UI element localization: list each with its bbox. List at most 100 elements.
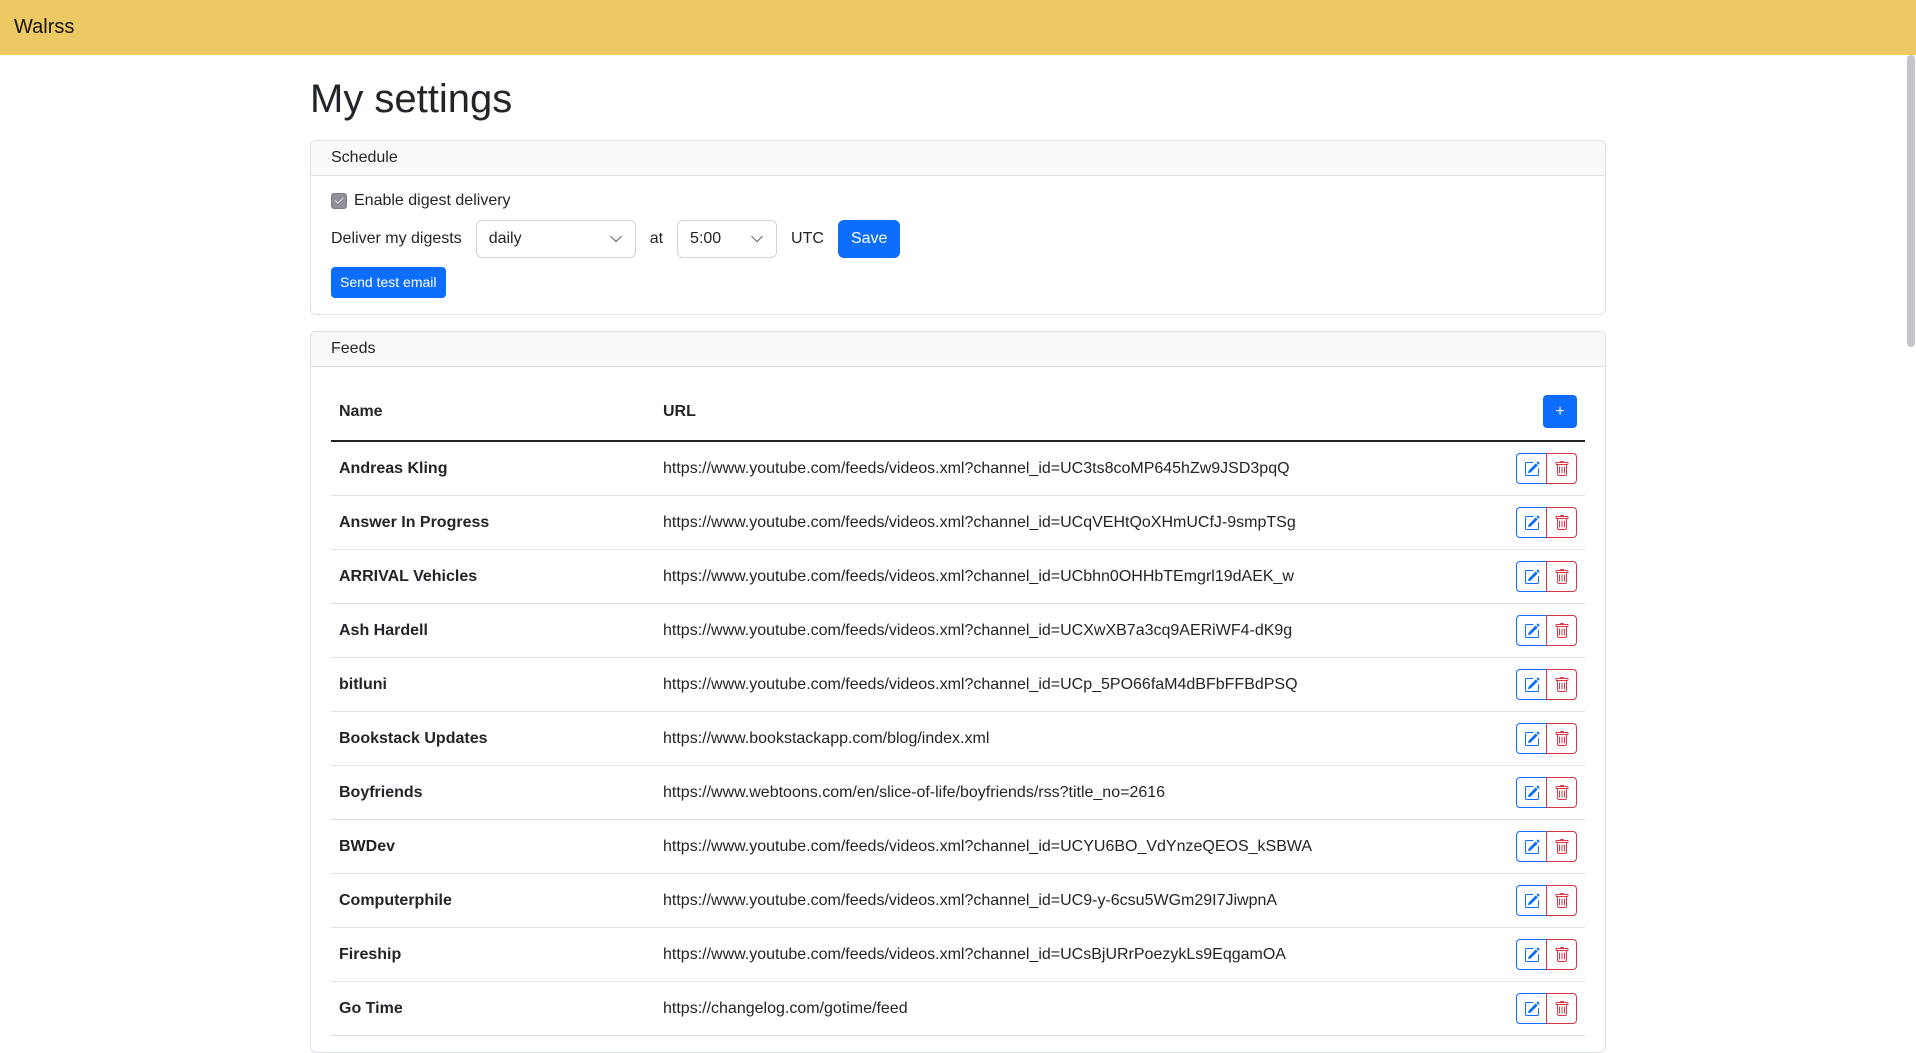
edit-feed-button[interactable] [1516, 507, 1547, 538]
feeds-card-header: Feeds [311, 332, 1605, 367]
delete-feed-button[interactable] [1546, 831, 1577, 862]
feed-row: Bookstack Updates https://www.bookstacka… [331, 712, 1585, 766]
delete-feed-button[interactable] [1546, 561, 1577, 592]
save-button[interactable]: Save [838, 220, 900, 258]
column-header-actions: + [1485, 383, 1585, 441]
check-icon [333, 195, 345, 207]
feed-row: ARRIVAL Vehicles https://www.youtube.com… [331, 550, 1585, 604]
feed-actions-group [1516, 561, 1577, 592]
delete-feed-button[interactable] [1546, 507, 1577, 538]
frequency-value: daily [489, 230, 522, 248]
schedule-card: Schedule Enable digest delivery Deliver … [310, 140, 1606, 315]
schedule-card-body: Enable digest delivery Deliver my digest… [311, 176, 1605, 314]
feed-name: Computerphile [331, 874, 655, 928]
feed-name: Andreas Kling [331, 441, 655, 496]
feed-url: https://changelog.com/gotime/feed [655, 982, 1485, 1036]
feed-row: Go Time https://changelog.com/gotime/fee… [331, 982, 1585, 1036]
trash-icon [1554, 623, 1570, 639]
deliver-row: Deliver my digests daily at 5:00 UTC Sav… [331, 220, 1585, 258]
feed-row: Ash Hardell https://www.youtube.com/feed… [331, 604, 1585, 658]
delete-feed-button[interactable] [1546, 885, 1577, 916]
navbar: Walrss [0, 0, 1916, 55]
feed-row: Fireship https://www.youtube.com/feeds/v… [331, 928, 1585, 982]
feed-name: bitluni [331, 658, 655, 712]
feed-url: https://www.youtube.com/feeds/videos.xml… [655, 928, 1485, 982]
feed-actions [1485, 550, 1585, 604]
feed-row: Answer In Progress https://www.youtube.c… [331, 496, 1585, 550]
edit-feed-button[interactable] [1516, 453, 1547, 484]
pencil-square-icon [1524, 893, 1540, 909]
delete-feed-button[interactable] [1546, 993, 1577, 1024]
scrollbar-thumb[interactable] [1907, 55, 1915, 347]
enable-digest-label[interactable]: Enable digest delivery [354, 192, 511, 210]
feed-actions [1485, 658, 1585, 712]
feed-actions [1485, 766, 1585, 820]
feed-name: ARRIVAL Vehicles [331, 550, 655, 604]
scrollbar [1906, 55, 1916, 941]
time-value: 5:00 [690, 230, 721, 248]
edit-feed-button[interactable] [1516, 723, 1547, 754]
feed-actions-group [1516, 723, 1577, 754]
trash-icon [1554, 515, 1570, 531]
feed-row: Boyfriends https://www.webtoons.com/en/s… [331, 766, 1585, 820]
feed-actions-group [1516, 939, 1577, 970]
feed-url: https://www.youtube.com/feeds/videos.xml… [655, 604, 1485, 658]
feed-actions-group [1516, 615, 1577, 646]
feed-name: BWDev [331, 820, 655, 874]
feed-url: https://www.youtube.com/feeds/videos.xml… [655, 658, 1485, 712]
pencil-square-icon [1524, 569, 1540, 585]
edit-feed-button[interactable] [1516, 669, 1547, 700]
feed-url: https://www.bookstackapp.com/blog/index.… [655, 712, 1485, 766]
schedule-card-header: Schedule [311, 141, 1605, 176]
feeds-card-body: Name URL + Andreas Kling https://www.you… [311, 367, 1605, 1052]
delete-feed-button[interactable] [1546, 723, 1577, 754]
pencil-square-icon [1524, 785, 1540, 801]
feed-actions-group [1516, 831, 1577, 862]
feed-url: https://www.youtube.com/feeds/videos.xml… [655, 496, 1485, 550]
enable-digest-checkbox[interactable] [331, 193, 347, 209]
send-test-email-button[interactable]: Send test email [331, 267, 446, 298]
delete-feed-button[interactable] [1546, 669, 1577, 700]
pencil-square-icon [1524, 839, 1540, 855]
feed-actions-group [1516, 993, 1577, 1024]
edit-feed-button[interactable] [1516, 615, 1547, 646]
chevron-down-icon [609, 232, 623, 246]
feeds-table-header-row: Name URL + [331, 383, 1585, 441]
feed-url: https://www.webtoons.com/en/slice-of-lif… [655, 766, 1485, 820]
feed-actions [1485, 604, 1585, 658]
feeds-table: Name URL + Andreas Kling https://www.you… [331, 383, 1585, 1036]
pencil-square-icon [1524, 947, 1540, 963]
feed-actions-group [1516, 453, 1577, 484]
feed-actions [1485, 441, 1585, 496]
feed-name: Ash Hardell [331, 604, 655, 658]
time-select[interactable]: 5:00 [677, 220, 777, 258]
delete-feed-button[interactable] [1546, 615, 1577, 646]
feed-row: BWDev https://www.youtube.com/feeds/vide… [331, 820, 1585, 874]
trash-icon [1554, 839, 1570, 855]
delete-feed-button[interactable] [1546, 453, 1577, 484]
feed-actions [1485, 874, 1585, 928]
column-header-url: URL [655, 383, 1485, 441]
edit-feed-button[interactable] [1516, 993, 1547, 1024]
trash-icon [1554, 731, 1570, 747]
edit-feed-button[interactable] [1516, 939, 1547, 970]
page-title: My settings [310, 77, 1606, 122]
add-feed-button[interactable]: + [1543, 395, 1577, 428]
edit-feed-button[interactable] [1516, 561, 1547, 592]
feed-row: bitluni https://www.youtube.com/feeds/vi… [331, 658, 1585, 712]
navbar-brand[interactable]: Walrss [14, 16, 74, 39]
feed-url: https://www.youtube.com/feeds/videos.xml… [655, 820, 1485, 874]
delete-feed-button[interactable] [1546, 777, 1577, 808]
trash-icon [1554, 893, 1570, 909]
column-header-name: Name [331, 383, 655, 441]
feed-name: Boyfriends [331, 766, 655, 820]
frequency-select[interactable]: daily [476, 220, 636, 258]
delete-feed-button[interactable] [1546, 939, 1577, 970]
edit-feed-button[interactable] [1516, 777, 1547, 808]
feed-actions-group [1516, 507, 1577, 538]
edit-feed-button[interactable] [1516, 885, 1547, 916]
feed-row: Computerphile https://www.youtube.com/fe… [331, 874, 1585, 928]
feed-actions [1485, 496, 1585, 550]
feed-actions [1485, 820, 1585, 874]
edit-feed-button[interactable] [1516, 831, 1547, 862]
